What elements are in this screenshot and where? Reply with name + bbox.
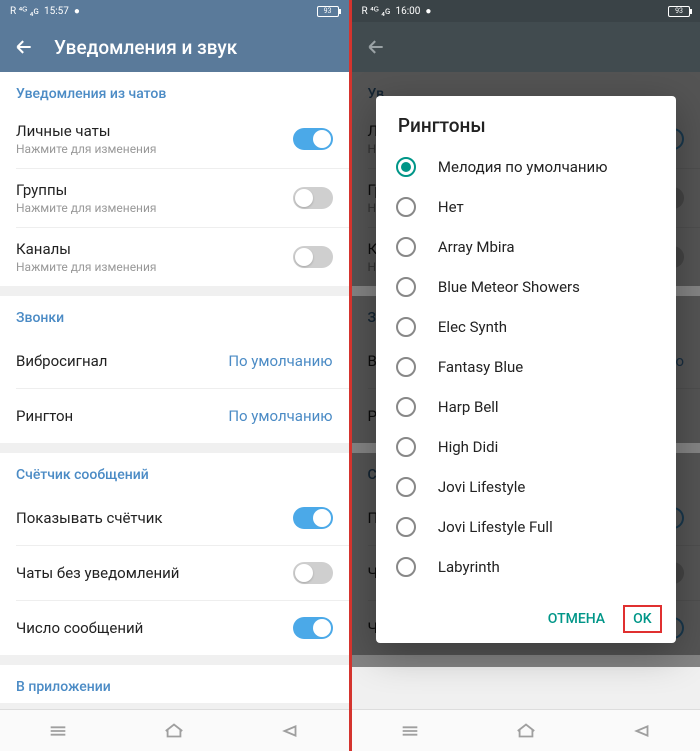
ringtones-dialog: Рингтоны Мелодия по умолчанию Нет Array …	[376, 96, 676, 643]
ok-button[interactable]: OK	[623, 605, 662, 633]
radio-label: Jovi Lifestyle	[438, 478, 525, 496]
radio-option[interactable]: Мелодия по умолчанию	[388, 147, 664, 187]
radio-icon	[396, 317, 416, 337]
row-title: Личные чаты	[16, 122, 293, 140]
row-title: Каналы	[16, 240, 293, 258]
section-header-counter: Счётчик сообщений	[0, 453, 349, 491]
radio-label: Fantasy Blue	[438, 358, 523, 376]
app-header: Уведомления и звук	[0, 22, 349, 72]
radio-option[interactable]: Fantasy Blue	[388, 347, 664, 387]
radio-option[interactable]: High Didi	[388, 427, 664, 467]
menu-icon[interactable]	[399, 720, 421, 742]
radio-option[interactable]: Jovi Lifestyle	[388, 467, 664, 507]
radio-option[interactable]: Jovi Lifestyle Full	[388, 507, 664, 547]
battery-icon: 93	[668, 6, 690, 17]
radio-label: Мелодия по умолчанию	[438, 158, 608, 176]
row-value: По умолчанию	[228, 352, 332, 370]
back-icon[interactable]	[14, 37, 34, 57]
radio-label: Array Mbira	[438, 238, 515, 256]
radio-label: Elec Synth	[438, 318, 507, 336]
dialog-title: Рингтоны	[376, 96, 676, 147]
radio-icon	[396, 277, 416, 297]
radio-label: Labyrinth	[438, 558, 500, 576]
radio-option[interactable]: Harp Bell	[388, 387, 664, 427]
settings-content: Уведомления из чатов Личные чаты Нажмите…	[0, 72, 349, 709]
back-icon	[366, 37, 386, 57]
row-title: Группы	[16, 181, 293, 199]
radio-label: Jovi Lifestyle Full	[438, 518, 553, 536]
row-title: Чаты без уведомлений	[16, 564, 179, 582]
nav-bar	[0, 709, 349, 751]
radio-icon	[396, 157, 416, 177]
setting-row[interactable]: Каналы Нажмите для изменения	[0, 228, 349, 286]
toggle[interactable]	[293, 507, 333, 529]
radio-icon	[396, 477, 416, 497]
row-title: Показывать счётчик	[16, 509, 163, 527]
setting-row[interactable]: Вибросигнал По умолчанию	[0, 334, 349, 388]
app-header	[352, 22, 700, 72]
section-header-inapp: В приложении	[0, 665, 349, 703]
home-icon[interactable]	[515, 720, 537, 742]
setting-row[interactable]: Показывать счётчик	[0, 491, 349, 545]
status-bar: R ⁴ᴳ ₄ɢ16:00● 93	[352, 0, 700, 22]
row-value: По умолчанию	[228, 407, 332, 425]
dialog-overlay[interactable]: Рингтоны Мелодия по умолчанию Нет Array …	[352, 72, 700, 667]
header-title: Уведомления и звук	[54, 36, 237, 59]
radio-label: Blue Meteor Showers	[438, 278, 580, 296]
section-header-chats: Уведомления из чатов	[0, 72, 349, 110]
setting-row[interactable]: Чаты без уведомлений	[0, 546, 349, 600]
section-header-calls: Звонки	[0, 296, 349, 334]
status-bar: R ⁴ᴳ ₄ɢ15:57● 93	[0, 0, 349, 22]
radio-icon	[396, 197, 416, 217]
settings-content-dimmed: Ув ЛН ГрН КаН Зв Вию Ри Сч По Ча Чи Ринг…	[352, 72, 700, 709]
row-subtitle: Нажмите для изменения	[16, 260, 293, 274]
setting-row[interactable]: Группы Нажмите для изменения	[0, 169, 349, 227]
left-screenshot: R ⁴ᴳ ₄ɢ15:57● 93 Уведомления и звук Увед…	[0, 0, 352, 751]
row-title: Вибросигнал	[16, 352, 107, 370]
radio-label: High Didi	[438, 438, 498, 456]
battery-icon: 93	[317, 6, 339, 17]
toggle[interactable]	[293, 187, 333, 209]
row-subtitle: Нажмите для изменения	[16, 142, 293, 156]
back-nav-icon[interactable]	[631, 720, 653, 742]
radio-option[interactable]: Elec Synth	[388, 307, 664, 347]
radio-icon	[396, 437, 416, 457]
row-title: Число сообщений	[16, 619, 143, 637]
radio-option[interactable]: Array Mbira	[388, 227, 664, 267]
radio-option[interactable]: Limpid Drop	[388, 587, 664, 595]
toggle[interactable]	[293, 128, 333, 150]
toggle[interactable]	[293, 246, 333, 268]
radio-icon	[396, 557, 416, 577]
radio-option[interactable]: Нет	[388, 187, 664, 227]
setting-row[interactable]: Число сообщений	[0, 601, 349, 655]
row-title: Рингтон	[16, 407, 73, 425]
cancel-button[interactable]: ОТМЕНА	[538, 605, 615, 633]
back-nav-icon[interactable]	[279, 720, 301, 742]
row-subtitle: Нажмите для изменения	[16, 201, 293, 215]
radio-icon	[396, 237, 416, 257]
radio-icon	[396, 517, 416, 537]
nav-bar	[352, 709, 700, 751]
radio-option[interactable]: Blue Meteor Showers	[388, 267, 664, 307]
radio-option[interactable]: Labyrinth	[388, 547, 664, 587]
home-icon[interactable]	[163, 720, 185, 742]
radio-icon	[396, 397, 416, 417]
right-screenshot: R ⁴ᴳ ₄ɢ16:00● 93 Ув ЛН ГрН КаН Зв Вию Ри…	[352, 0, 700, 751]
dialog-options-list[interactable]: Мелодия по умолчанию Нет Array Mbira Blu…	[376, 147, 676, 595]
toggle[interactable]	[293, 617, 333, 639]
radio-label: Нет	[438, 198, 464, 216]
setting-row[interactable]: Рингтон По умолчанию	[0, 389, 349, 443]
setting-row[interactable]: Личные чаты Нажмите для изменения	[0, 110, 349, 168]
menu-icon[interactable]	[47, 720, 69, 742]
radio-icon	[396, 357, 416, 377]
toggle[interactable]	[293, 562, 333, 584]
radio-label: Harp Bell	[438, 398, 499, 416]
